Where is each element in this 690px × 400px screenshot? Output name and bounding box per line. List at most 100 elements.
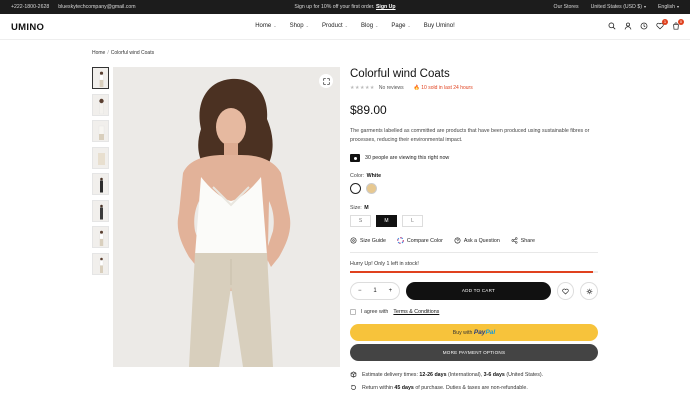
compare-icon xyxy=(586,288,592,294)
model-photo xyxy=(113,67,340,367)
thumbnail-4[interactable] xyxy=(92,146,109,169)
language-selector[interactable]: English ▾ xyxy=(658,4,679,10)
color-swatch-beige[interactable] xyxy=(366,183,377,194)
buy-with-text: Buy with xyxy=(452,330,473,336)
paypal-logo-part1: Pay xyxy=(473,329,486,336)
rating-stars-icon[interactable]: ★★★★★ xyxy=(350,85,375,91)
return-days: 45 days xyxy=(394,384,414,391)
ask-question-label: Ask a Question xyxy=(463,237,500,244)
thumbnail-2[interactable] xyxy=(92,93,109,116)
size-option-s[interactable]: S xyxy=(350,215,371,227)
divider xyxy=(350,252,598,253)
chevron-down-icon: ⌄ xyxy=(407,23,411,28)
review-count[interactable]: No reviews xyxy=(379,85,404,91)
add-to-cart-button[interactable]: ADD TO CART xyxy=(406,282,551,300)
question-icon xyxy=(454,237,461,244)
size-guide-link[interactable]: Size Guide xyxy=(350,237,386,244)
size-guide-label: Size Guide xyxy=(360,237,386,244)
thumbnail-7[interactable] xyxy=(92,226,109,248)
our-stores-link[interactable]: Our Stores xyxy=(554,4,579,10)
decrease-quantity-button[interactable]: − xyxy=(358,288,362,294)
color-swatch-white[interactable] xyxy=(350,183,361,194)
nav-item-shop[interactable]: Shop ⌄ xyxy=(290,23,309,29)
thumbnail-gallery xyxy=(92,67,109,279)
box-icon xyxy=(350,371,357,378)
return-prefix: Return within xyxy=(362,384,393,391)
terms-checkbox[interactable] xyxy=(350,309,356,315)
quantity-stepper: − 1 + xyxy=(350,282,401,300)
expand-icon xyxy=(322,77,330,85)
stock-message: Hurry Up! Only 1 left in stock! xyxy=(350,261,419,267)
nav-item-buy-umino[interactable]: Buy Umino! xyxy=(424,23,455,29)
zoom-button[interactable] xyxy=(319,74,333,88)
return-text: Return within 45 days of purchase. Dutie… xyxy=(362,385,528,391)
color-label-text: Color: xyxy=(350,173,365,179)
thumbnail-8[interactable] xyxy=(92,252,109,275)
more-payment-options-button[interactable]: MORE PAYMENT OPTIONS xyxy=(350,344,598,361)
paypal-button[interactable]: Buy with PayPal xyxy=(350,324,598,341)
quantity-value[interactable]: 1 xyxy=(373,288,376,294)
thumbnail-1[interactable] xyxy=(92,67,109,89)
paypal-logo-part2: Pal xyxy=(485,329,496,336)
delivery-intl-days: 12-26 days xyxy=(419,371,447,378)
breadcrumb-current: Colorful wind Coats xyxy=(110,50,155,56)
search-icon[interactable] xyxy=(608,22,616,30)
recently-viewed-icon[interactable] xyxy=(640,22,648,30)
sold-count: 🔥 10 sold in last 24 hours xyxy=(414,85,473,91)
delivery-us-days: 3-6 days xyxy=(483,371,505,378)
ask-question-link[interactable]: Ask a Question xyxy=(454,237,500,244)
wishlist-button[interactable] xyxy=(556,282,575,300)
cart-icon[interactable]: 0 xyxy=(672,19,684,30)
agree-text: I agree with xyxy=(361,309,389,315)
currency-label: United States (USD $) xyxy=(590,4,642,10)
heart-icon xyxy=(562,288,569,294)
color-swatches xyxy=(350,183,598,194)
breadcrumb: Home / Colorful wind Coats xyxy=(92,50,154,56)
review-row: ★★★★★ No reviews 🔥 10 sold in last 24 ho… xyxy=(350,85,598,91)
size-option-l[interactable]: L xyxy=(402,215,423,227)
sold-text: 10 sold in last 24 hours xyxy=(421,85,473,91)
chevron-down-icon: ⌄ xyxy=(305,23,309,28)
cart-count-badge: 0 xyxy=(678,19,684,25)
terms-link[interactable]: Terms & Conditions xyxy=(393,309,439,315)
compare-button[interactable] xyxy=(580,282,598,300)
sign-up-link[interactable]: Sign Up xyxy=(376,4,396,10)
wishlist-icon[interactable]: 1 xyxy=(656,19,668,30)
chevron-down-icon: ⌄ xyxy=(375,23,379,28)
announcement-bar: +222-1800-2628 blueskytechcompany@gmail.… xyxy=(0,0,690,14)
terms-agreement: I agree with Terms & Conditions xyxy=(350,309,598,315)
stock-progress-bar xyxy=(350,271,598,273)
thumbnail-3[interactable] xyxy=(92,120,109,142)
share-link[interactable]: Share xyxy=(511,237,535,244)
account-icon[interactable] xyxy=(624,22,632,30)
nav-label: Product xyxy=(321,23,343,29)
chevron-down-icon: ▾ xyxy=(643,4,646,9)
nav-item-blog[interactable]: Blog ⌄ xyxy=(361,23,378,29)
delivery-us-suffix: (United States). xyxy=(506,371,544,378)
return-suffix: of purchase. Duties & taxes are non-refu… xyxy=(415,384,528,391)
viewers-text: 30 people are viewing this right now xyxy=(365,155,450,161)
share-icon xyxy=(511,237,518,244)
compare-color-link[interactable]: Compare Color xyxy=(397,237,443,244)
header-icons: 1 0 xyxy=(608,19,684,30)
increase-quantity-button[interactable]: + xyxy=(389,288,393,294)
return-info: Return within 45 days of purchase. Dutie… xyxy=(350,384,598,391)
thumbnail-5[interactable] xyxy=(92,173,109,195)
product-links: Size Guide Compare Color Ask a Question … xyxy=(350,237,598,244)
chevron-down-icon: ⌄ xyxy=(273,23,277,28)
nav-item-home[interactable]: Home ⌄ xyxy=(255,23,276,29)
thumbnail-6[interactable] xyxy=(92,199,109,222)
language-label: English xyxy=(657,4,675,10)
currency-selector[interactable]: United States (USD $) ▾ xyxy=(591,4,646,10)
breadcrumb-home[interactable]: Home xyxy=(92,50,105,56)
site-header: UMINO Home ⌄ Shop ⌄ Product ⌄ Blog ⌄ Page ⌄ B… xyxy=(0,14,690,40)
compare-color-label: Compare Color xyxy=(406,237,443,244)
live-viewers: 30 people are viewing this right now xyxy=(350,154,598,162)
size-option-m[interactable]: M xyxy=(376,215,397,227)
nav-item-product[interactable]: Product ⌄ xyxy=(322,23,348,29)
product-main-image[interactable] xyxy=(113,67,340,367)
nav-label: Home xyxy=(255,23,272,29)
nav-label: Shop xyxy=(289,23,304,29)
color-value: White xyxy=(366,173,382,179)
nav-item-page[interactable]: Page ⌄ xyxy=(391,23,410,29)
